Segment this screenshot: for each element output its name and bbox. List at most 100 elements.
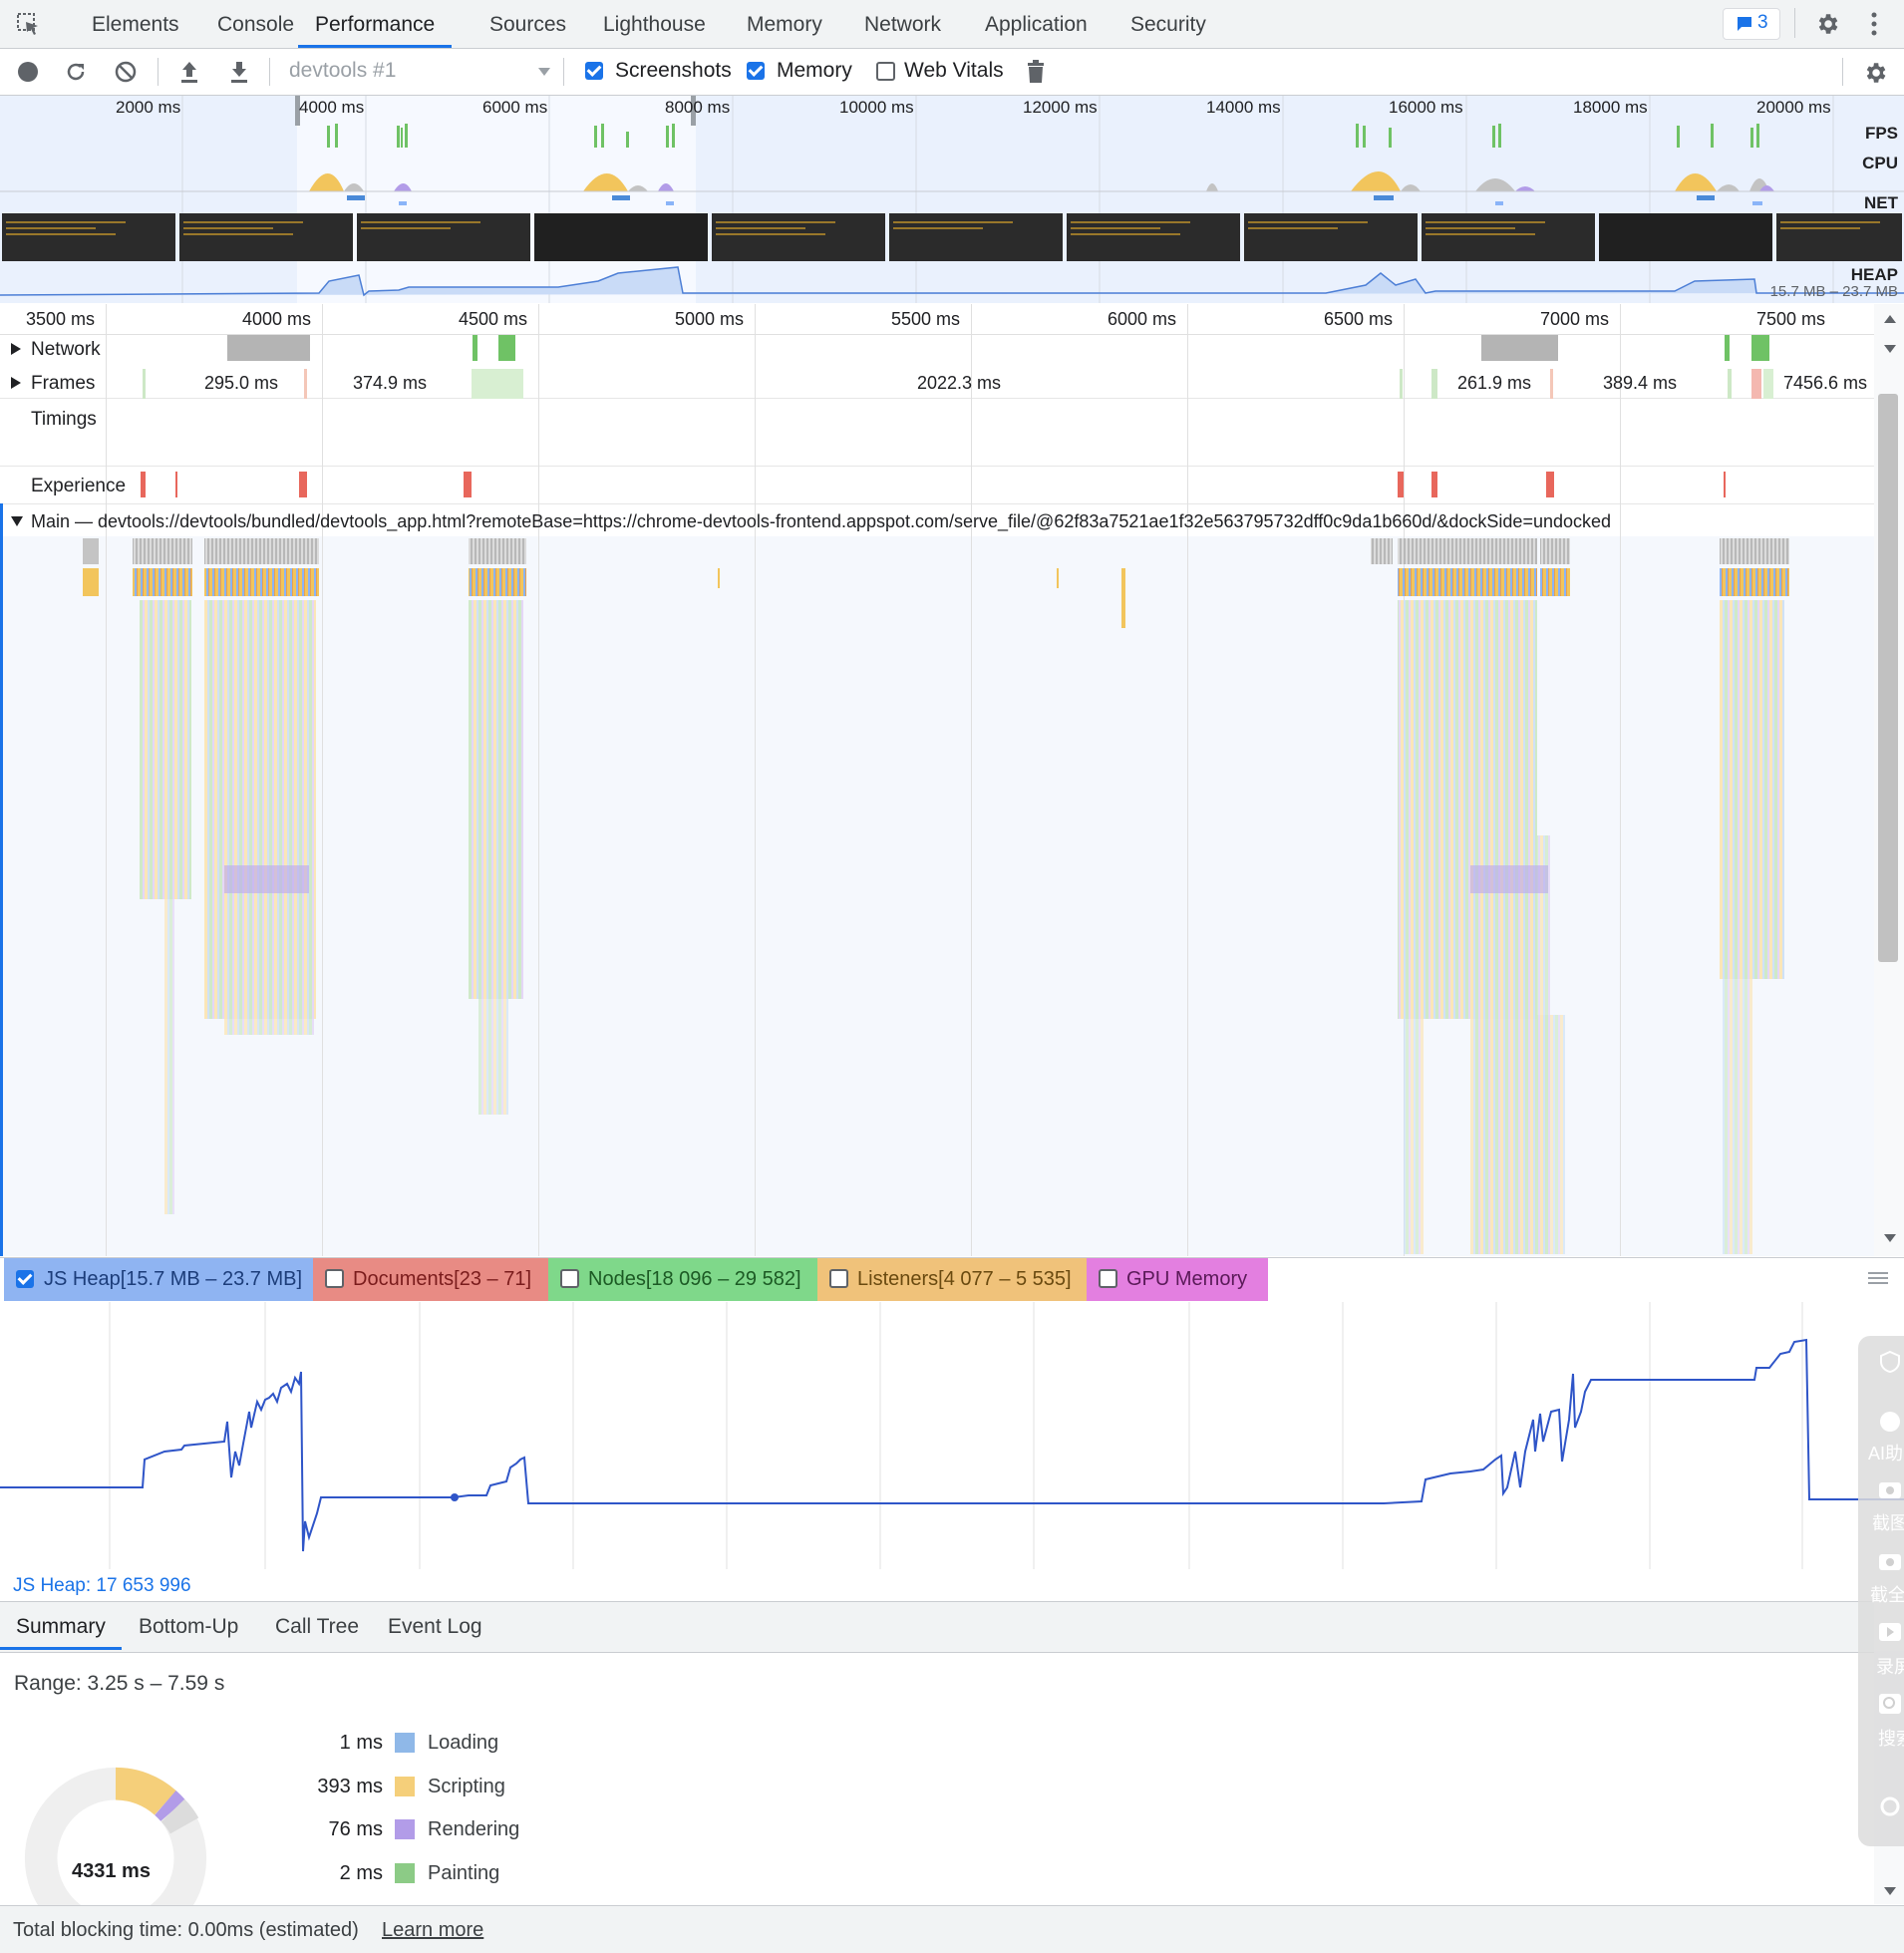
- frame-block[interactable]: [143, 369, 146, 399]
- overview-graphs: [0, 96, 1904, 303]
- frame-duration[interactable]: 261.9 ms: [1457, 373, 1531, 394]
- floating-side-panel[interactable]: AI助 截图 截全 录屏 搜索: [1858, 1336, 1904, 1846]
- gpu-memory-checkbox[interactable]: [1099, 1269, 1117, 1288]
- devtools-tab-bar: Elements Console Performance Sources Lig…: [0, 0, 1904, 49]
- inspect-element-icon[interactable]: [16, 12, 42, 38]
- drag-handle-icon[interactable]: [1868, 1270, 1888, 1286]
- record-video-icon[interactable]: [1878, 1621, 1902, 1643]
- network-request-bar[interactable]: [227, 335, 310, 361]
- trash-icon[interactable]: [1025, 59, 1047, 85]
- tab-elements[interactable]: Elements: [92, 0, 179, 48]
- main-flame-chart[interactable]: [0, 536, 1874, 1254]
- frame-block[interactable]: [1400, 369, 1403, 399]
- rendering-swatch: [395, 1819, 415, 1839]
- listeners-counter[interactable]: Listeners[4 077 – 5 535]: [817, 1258, 1097, 1301]
- issues-badge[interactable]: 3: [1723, 8, 1780, 40]
- settings-gear-icon[interactable]: [1878, 1794, 1902, 1818]
- network-request-bar[interactable]: [473, 335, 477, 361]
- tab-call-tree[interactable]: Call Tree: [275, 1615, 359, 1639]
- ai-assistant-icon[interactable]: [1878, 1410, 1902, 1434]
- timeline-overview[interactable]: 2000 ms 4000 ms 6000 ms 8000 ms 10000 ms…: [0, 96, 1904, 303]
- listeners-checkbox[interactable]: [829, 1269, 848, 1288]
- network-request-bar[interactable]: [1481, 335, 1558, 361]
- overview-tick: 12000 ms: [1023, 98, 1098, 117]
- frame-duration[interactable]: 2022.3 ms: [917, 373, 1001, 394]
- timeline-scrollbar[interactable]: [1874, 304, 1904, 1256]
- frame-block[interactable]: [1728, 369, 1732, 399]
- tab-console[interactable]: Console: [217, 0, 294, 48]
- network-request-bar[interactable]: [498, 335, 515, 361]
- tab-lighthouse[interactable]: Lighthouse: [603, 0, 706, 48]
- layout-shift-marker[interactable]: [1398, 472, 1404, 497]
- tab-bottom-up[interactable]: Bottom-Up: [139, 1615, 238, 1639]
- network-request-bar[interactable]: [1751, 335, 1769, 361]
- settings-gear-icon[interactable]: [1814, 11, 1840, 37]
- triangle-right-icon: [11, 377, 21, 389]
- tab-performance[interactable]: Performance: [298, 0, 453, 48]
- gpu-memory-counter[interactable]: GPU Memory: [1087, 1258, 1268, 1301]
- frame-block[interactable]: [1550, 369, 1553, 399]
- layout-shift-marker[interactable]: [1724, 472, 1726, 497]
- tab-event-log[interactable]: Event Log: [388, 1615, 482, 1639]
- frame-block[interactable]: [1751, 369, 1761, 399]
- clear-icon[interactable]: [114, 60, 138, 84]
- tab-memory[interactable]: Memory: [747, 0, 822, 48]
- network-request-bar[interactable]: [1725, 335, 1730, 361]
- capture-settings-gear-icon[interactable]: [1862, 60, 1888, 86]
- documents-checkbox[interactable]: [325, 1269, 344, 1288]
- scrollbar-thumb[interactable]: [1878, 394, 1898, 962]
- net-label: NET: [1864, 193, 1898, 212]
- scroll-up-arrow-icon[interactable]: [1883, 314, 1897, 324]
- timeline-tick: 5000 ms: [675, 309, 745, 329]
- scroll-down-arrow-icon[interactable]: [1883, 344, 1897, 354]
- search-icon[interactable]: [1878, 1693, 1902, 1715]
- cpu-label: CPU: [1862, 154, 1898, 172]
- nodes-checkbox[interactable]: [560, 1269, 579, 1288]
- scroll-down-arrow-icon[interactable]: [1883, 1233, 1897, 1243]
- layout-shift-marker[interactable]: [464, 472, 472, 497]
- nodes-counter[interactable]: Nodes[18 096 – 29 582]: [548, 1258, 827, 1301]
- overview-tick: 8000 ms: [665, 98, 731, 117]
- screenshots-checkbox[interactable]: [585, 62, 603, 80]
- frame-duration[interactable]: 7456.6 ms: [1783, 373, 1867, 394]
- layout-shift-marker[interactable]: [299, 472, 307, 497]
- frame-block[interactable]: [472, 369, 523, 399]
- js-heap-chart[interactable]: [0, 1302, 1904, 1569]
- learn-more-link[interactable]: Learn more: [382, 1919, 483, 1942]
- shield-icon[interactable]: [1878, 1350, 1902, 1374]
- layout-shift-marker[interactable]: [141, 472, 146, 497]
- frame-duration[interactable]: 295.0 ms: [204, 373, 278, 394]
- record-icon[interactable]: [16, 60, 40, 84]
- frame-duration[interactable]: 389.4 ms: [1603, 373, 1677, 394]
- frame-duration[interactable]: 374.9 ms: [353, 373, 427, 394]
- tab-security[interactable]: Security: [1130, 0, 1206, 48]
- tab-application[interactable]: Application: [985, 0, 1088, 48]
- memory-label: Memory: [777, 59, 852, 82]
- side-panel-label: 录屏: [1876, 1657, 1904, 1677]
- frame-block[interactable]: [304, 369, 307, 399]
- layout-shift-marker[interactable]: [1546, 472, 1554, 497]
- layout-shift-marker[interactable]: [175, 472, 177, 497]
- tab-network[interactable]: Network: [864, 0, 941, 48]
- memory-checkbox[interactable]: [747, 62, 765, 80]
- rendering-time: 76 ms: [328, 1818, 383, 1840]
- overview-tick: 18000 ms: [1573, 98, 1648, 117]
- experience-track-label: Experience: [31, 476, 127, 496]
- profile-select[interactable]: devtools #1: [284, 53, 555, 91]
- frame-block[interactable]: [1431, 369, 1437, 399]
- tab-sources[interactable]: Sources: [489, 0, 566, 48]
- more-options-icon[interactable]: [1868, 11, 1880, 37]
- web-vitals-checkbox[interactable]: [876, 62, 895, 81]
- reload-icon[interactable]: [64, 60, 88, 84]
- download-icon[interactable]: [227, 59, 251, 85]
- tab-summary[interactable]: Summary: [16, 1615, 106, 1639]
- camera-full-icon[interactable]: [1878, 1549, 1902, 1571]
- scroll-down-arrow-icon[interactable]: [1883, 1886, 1897, 1896]
- layout-shift-marker[interactable]: [1431, 472, 1437, 497]
- frame-block[interactable]: [1763, 369, 1773, 399]
- documents-counter[interactable]: Documents[23 – 71]: [313, 1258, 558, 1301]
- js-heap-checkbox[interactable]: [16, 1270, 34, 1288]
- upload-icon[interactable]: [177, 59, 201, 85]
- camera-icon[interactable]: [1878, 1477, 1902, 1499]
- js-heap-counter[interactable]: JS Heap[15.7 MB – 23.7 MB]: [4, 1258, 318, 1301]
